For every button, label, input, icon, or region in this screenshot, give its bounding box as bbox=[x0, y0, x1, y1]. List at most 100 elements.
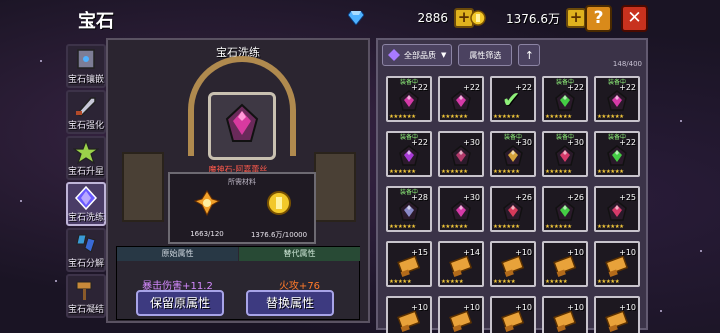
forge-machine-left bbox=[122, 152, 164, 222]
tab-gem-refine[interactable]: 宝石洗练 bbox=[66, 182, 106, 226]
star-rating: ★★★★★★ bbox=[493, 224, 520, 230]
gem-slot[interactable]: 装备中 +22 ★★★★★★ bbox=[594, 131, 640, 177]
armor-icon bbox=[77, 49, 95, 69]
gem-slot[interactable]: +10 bbox=[386, 296, 432, 333]
gem-slot[interactable]: +25 ★★★★★★ bbox=[594, 186, 640, 232]
page-title: 宝石 bbox=[78, 11, 114, 32]
gem-level: +25 bbox=[619, 193, 636, 202]
gem-level: +22 bbox=[619, 138, 636, 147]
tab-label: 宝石强化 bbox=[67, 121, 104, 131]
materials-title: 所需材料 bbox=[228, 178, 256, 186]
gold-coin-icon bbox=[267, 191, 291, 215]
scroll-icon bbox=[605, 310, 629, 332]
flame-crystal-icon bbox=[194, 190, 220, 216]
material-refine-stone[interactable]: 1663/120 bbox=[174, 188, 240, 242]
gem-level: +22 bbox=[567, 83, 584, 92]
tab-gem-star-up[interactable]: 宝石升星 bbox=[66, 136, 106, 180]
side-tabs: 宝石镶嵌 宝石强化 宝石升星 宝石洗练 宝石分解 宝石凝结 bbox=[66, 44, 106, 320]
gem-level: +22 bbox=[619, 83, 636, 92]
gem-level: +10 bbox=[463, 303, 480, 312]
gem-slot[interactable]: +10 ★★★★★ bbox=[490, 241, 536, 287]
replace-attribute-button[interactable]: 替换属性 bbox=[246, 290, 334, 316]
gem-slot[interactable]: +15 ★★★★★ bbox=[386, 241, 432, 287]
gem-slot[interactable]: +22 ★★★★★★ bbox=[438, 76, 484, 122]
gem-slot[interactable]: 装备中 +22 ★★★★★★ bbox=[594, 76, 640, 122]
gem-level: +10 bbox=[515, 303, 532, 312]
gem-slot[interactable]: 装备中 +28 ★★★★★★ bbox=[386, 186, 432, 232]
material-gold[interactable]: 1376.6万/10000 bbox=[246, 188, 312, 242]
star-icon bbox=[73, 140, 99, 164]
gem-level: +10 bbox=[515, 248, 532, 257]
gem-slot[interactable]: +10 bbox=[490, 296, 536, 333]
tab-label: 宝石分解 bbox=[67, 259, 104, 269]
star-rating: ★★★★★★ bbox=[389, 169, 416, 175]
gem-level: +22 bbox=[411, 138, 428, 147]
broken-crystal-icon bbox=[76, 234, 96, 253]
scroll-icon bbox=[553, 255, 577, 277]
scroll-icon bbox=[605, 255, 629, 277]
target-gem-icon bbox=[225, 103, 259, 142]
tab-label: 宝石镶嵌 bbox=[67, 75, 104, 85]
star-rating: ★★★★★★ bbox=[545, 114, 572, 120]
gem-level: +22 bbox=[463, 83, 480, 92]
gold-currency: 1376.6万 + bbox=[470, 8, 586, 28]
help-button[interactable]: ? bbox=[585, 5, 612, 32]
scroll-icon bbox=[397, 255, 421, 277]
gem-slot[interactable]: ✔ +22 ★★★★★★ bbox=[490, 76, 536, 122]
star-rating: ★★★★★★ bbox=[389, 114, 416, 120]
tab-gem-decompose[interactable]: 宝石分解 bbox=[66, 228, 106, 272]
gem-slot[interactable]: +10 ★★★★★ bbox=[542, 241, 588, 287]
gem-level: +28 bbox=[411, 193, 428, 202]
diamond-currency: 2886 + bbox=[348, 8, 474, 28]
gem-bag: 全部品质 ▼ 属性筛选 ↑ 148/400 装备中 +22 ★★★★★★ +22 ★★★… bbox=[376, 38, 648, 333]
scroll-icon bbox=[449, 255, 473, 277]
star-rating: ★★★★★ bbox=[545, 279, 568, 285]
tab-gem-enhance[interactable]: 宝石强化 bbox=[66, 90, 106, 134]
scroll-icon bbox=[449, 310, 473, 332]
gem-slot[interactable]: 装备中 +30 ★★★★★★ bbox=[490, 131, 536, 177]
gem-slot[interactable]: +10 ★★★★★ bbox=[594, 241, 640, 287]
gem-slot[interactable]: +26 ★★★★★★ bbox=[542, 186, 588, 232]
gem-slot[interactable]: +30 ★★★★★★ bbox=[438, 131, 484, 177]
attribute-filter-label: 属性筛选 bbox=[469, 50, 502, 60]
gem-level: +14 bbox=[463, 248, 480, 257]
tab-label: 宝石洗练 bbox=[67, 213, 104, 223]
gem-level: +26 bbox=[515, 193, 532, 202]
star-rating: ★★★★★★ bbox=[597, 114, 624, 120]
keep-original-button[interactable]: 保留原属性 bbox=[136, 290, 224, 316]
gem-slot[interactable]: 装备中 +22 ★★★★★★ bbox=[386, 131, 432, 177]
quality-filter[interactable]: 全部品质 ▼ bbox=[382, 44, 453, 66]
star-rating: ★★★★★★ bbox=[493, 169, 520, 175]
sort-button[interactable]: ↑ bbox=[518, 44, 541, 66]
tab-gem-condense[interactable]: 宝石凝结 bbox=[66, 274, 106, 318]
crystal-icon bbox=[74, 186, 98, 210]
hammer-icon bbox=[76, 281, 92, 300]
scroll-icon bbox=[501, 310, 525, 332]
close-button[interactable]: ✕ bbox=[621, 5, 648, 32]
gem-level: +10 bbox=[567, 303, 584, 312]
gem-slot[interactable]: +10 bbox=[438, 296, 484, 333]
gem-slot[interactable]: +14 ★★★★★ bbox=[438, 241, 484, 287]
gem-level: +15 bbox=[411, 248, 428, 257]
gem-slot[interactable]: +30 ★★★★★★ bbox=[438, 186, 484, 232]
gem-level: +30 bbox=[463, 138, 480, 147]
tab-gem-inlay[interactable]: 宝石镶嵌 bbox=[66, 44, 106, 88]
gem-slot[interactable]: +26 ★★★★★★ bbox=[490, 186, 536, 232]
gem-slot[interactable]: +10 bbox=[542, 296, 588, 333]
star-rating: ★★★★★★ bbox=[545, 169, 572, 175]
forge-machine-right bbox=[314, 152, 356, 222]
tab-label: 宝石升星 bbox=[67, 167, 104, 177]
add-gold-button[interactable]: + bbox=[566, 8, 586, 28]
gem-slot[interactable]: 装备中 +30 ★★★★★★ bbox=[542, 131, 588, 177]
gem-slot[interactable]: 装备中 +22 ★★★★★★ bbox=[386, 76, 432, 122]
gem-slot[interactable]: +10 bbox=[594, 296, 640, 333]
scroll-icon bbox=[553, 310, 577, 332]
star-rating: ★★★★★ bbox=[389, 279, 412, 285]
target-gem-slot[interactable] bbox=[208, 92, 276, 160]
gem-slot[interactable]: 装备中 +22 ★★★★★★ bbox=[542, 76, 588, 122]
material-count: 1663/120 bbox=[190, 230, 224, 238]
star-rating: ★★★★★★ bbox=[597, 224, 624, 230]
attribute-filter[interactable]: 属性筛选 bbox=[458, 44, 513, 66]
star-rating: ★★★★★★ bbox=[441, 169, 468, 175]
gold-coin-icon bbox=[470, 10, 486, 26]
